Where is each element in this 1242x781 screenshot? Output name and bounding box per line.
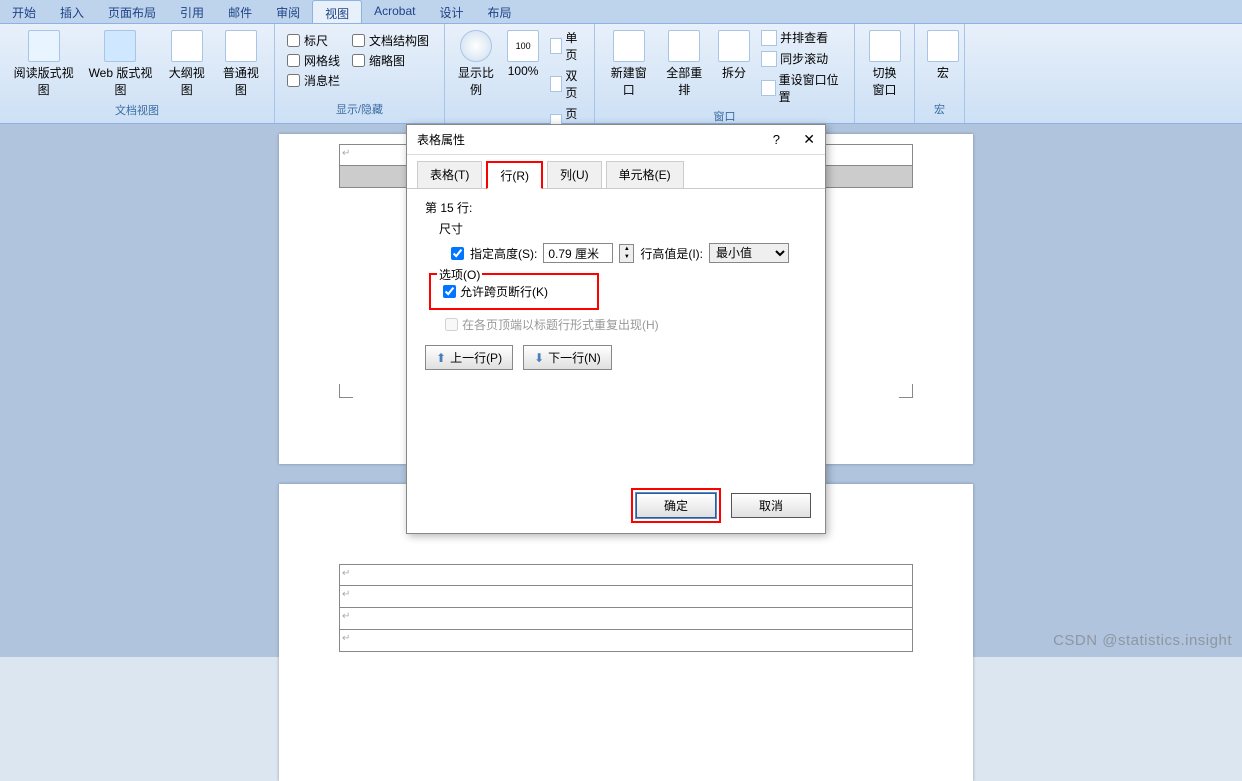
arrow-up-icon: ⬆ xyxy=(436,351,446,365)
group-doc-views-label: 文档视图 xyxy=(8,100,266,120)
dlg-tab-column[interactable]: 列(U) xyxy=(547,161,602,188)
btn-100pct[interactable]: 100100% xyxy=(503,28,543,80)
btn-prev-row[interactable]: ⬆上一行(P) xyxy=(425,345,513,370)
watermark: CSDN @statistics.insight xyxy=(1053,632,1232,649)
btn-switch-window[interactable]: 切换窗口 xyxy=(863,28,906,100)
tab-view[interactable]: 视图 xyxy=(312,0,362,23)
btn-web-view[interactable]: Web 版式视图 xyxy=(83,28,158,100)
height-spinner[interactable]: ▲▼ xyxy=(619,244,634,263)
ok-button[interactable]: 确定 xyxy=(636,493,716,518)
check-ruler[interactable]: 标尺 xyxy=(287,32,340,49)
check-thumbnails[interactable]: 缩略图 xyxy=(352,52,429,69)
close-icon[interactable]: ✕ xyxy=(803,131,815,147)
tab-acrobat[interactable]: Acrobat xyxy=(362,0,427,23)
repeat-header-label: 在各页顶端以标题行形式重复出现(H) xyxy=(462,316,659,333)
tab-home[interactable]: 开始 xyxy=(0,0,48,23)
check-docmap[interactable]: 文档结构图 xyxy=(352,32,429,49)
dlg-tab-table[interactable]: 表格(T) xyxy=(417,161,482,188)
group-showhide-label: 显示/隐藏 xyxy=(283,99,436,119)
check-specify-height[interactable] xyxy=(451,247,464,260)
dlg-tab-row[interactable]: 行(R) xyxy=(486,161,543,189)
group-window-label: 窗口 xyxy=(603,106,846,126)
group-macros-label: 宏 xyxy=(923,99,956,119)
row-number-label: 第 15 行: xyxy=(425,199,807,216)
tab-layout[interactable]: 布局 xyxy=(475,0,523,23)
size-label: 尺寸 xyxy=(439,220,807,237)
check-messagebar[interactable]: 消息栏 xyxy=(287,72,340,89)
height-input[interactable] xyxy=(543,243,613,263)
tab-mailings[interactable]: 邮件 xyxy=(216,0,264,23)
table-row[interactable]: ↵ xyxy=(339,630,913,652)
btn-onepage[interactable]: 单页 xyxy=(547,28,586,64)
table-row[interactable]: ↵ xyxy=(339,564,913,586)
btn-side-by-side[interactable]: 并排查看 xyxy=(758,28,846,47)
tab-references[interactable]: 引用 xyxy=(168,0,216,23)
tab-review[interactable]: 审阅 xyxy=(264,0,312,23)
tab-pagelayout[interactable]: 页面布局 xyxy=(96,0,168,23)
cancel-button[interactable]: 取消 xyxy=(731,493,811,518)
btn-sync-scroll[interactable]: 同步滚动 xyxy=(758,49,846,68)
btn-normal-view[interactable]: 普通视图 xyxy=(216,28,266,100)
allow-break-label: 允许跨页断行(K) xyxy=(460,283,548,300)
check-gridlines[interactable]: 网格线 xyxy=(287,52,340,69)
tab-insert[interactable]: 插入 xyxy=(48,0,96,23)
ribbon: 阅读版式视图 Web 版式视图 大纲视图 普通视图 文档视图 标尺 网格线 消息… xyxy=(0,24,1242,124)
btn-zoom[interactable]: 显示比例 xyxy=(453,28,499,100)
specify-height-label: 指定高度(S): xyxy=(470,245,537,262)
btn-new-window[interactable]: 新建窗口 xyxy=(603,28,655,100)
btn-split[interactable]: 拆分 xyxy=(714,28,754,83)
check-repeat-header xyxy=(445,318,458,331)
margin-corner-icon xyxy=(899,384,913,398)
height-type-label: 行高值是(I): xyxy=(640,245,703,262)
dlg-tab-cell[interactable]: 单元格(E) xyxy=(606,161,684,188)
table-row[interactable]: ↵ xyxy=(339,586,913,608)
btn-macros[interactable]: 宏 xyxy=(923,28,963,83)
height-type-select[interactable]: 最小值 xyxy=(709,243,789,263)
btn-next-row[interactable]: ⬇下一行(N) xyxy=(523,345,612,370)
table-properties-dialog: 表格属性 ? ✕ 表格(T) 行(R) 列(U) 单元格(E) 第 15 行: … xyxy=(406,124,826,534)
dialog-help-button[interactable]: ? xyxy=(773,132,780,147)
tab-design[interactable]: 设计 xyxy=(427,0,475,23)
table-row[interactable]: ↵ xyxy=(339,608,913,630)
btn-arrange-all[interactable]: 全部重排 xyxy=(659,28,711,100)
check-allow-break[interactable] xyxy=(443,285,456,298)
dialog-title-text: 表格属性 xyxy=(417,131,465,148)
btn-reading-view[interactable]: 阅读版式视图 xyxy=(8,28,79,100)
btn-twopage[interactable]: 双页 xyxy=(547,66,586,102)
margin-corner-icon xyxy=(339,384,353,398)
btn-reset-window[interactable]: 重设窗口位置 xyxy=(758,70,846,106)
ribbon-tabs: 开始 插入 页面布局 引用 邮件 审阅 视图 Acrobat 设计 布局 xyxy=(0,0,1242,24)
btn-outline-view[interactable]: 大纲视图 xyxy=(162,28,212,100)
arrow-down-icon: ⬇ xyxy=(534,351,544,365)
options-legend: 选项(O) xyxy=(437,266,482,283)
